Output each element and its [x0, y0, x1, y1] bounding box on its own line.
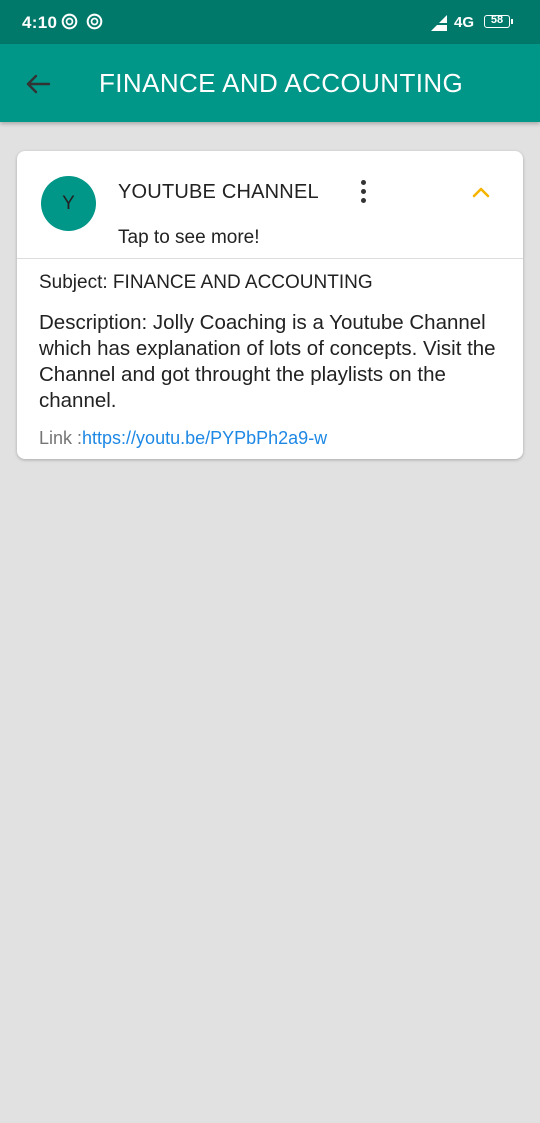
- youtube-link[interactable]: https://youtu.be/PYPbPh2a9-w: [82, 428, 327, 448]
- arrow-back-icon[interactable]: [22, 68, 54, 100]
- network-type: 4G: [454, 14, 475, 31]
- resource-card[interactable]: Y YOUTUBE CHANNEL Tap to see more! Subje…: [17, 151, 523, 459]
- signal-icon: [431, 15, 447, 31]
- battery-tip: [511, 19, 513, 24]
- card-title: YOUTUBE CHANNEL: [118, 181, 319, 203]
- link-label: Link :: [39, 428, 83, 448]
- description-text: Description: Jolly Coaching is a Youtube…: [39, 311, 496, 412]
- chevron-up-icon[interactable]: [469, 183, 493, 201]
- sync-icon: [61, 13, 78, 30]
- more-vert-icon[interactable]: [353, 177, 375, 207]
- menu-dot: [361, 189, 366, 194]
- status-time: 4:10: [22, 13, 58, 32]
- divider: [17, 258, 523, 259]
- battery-icon: 58: [484, 14, 513, 28]
- page-title: FINANCE AND ACCOUNTING: [99, 68, 464, 98]
- link-row: Link :https://youtu.be/PYPbPh2a9-w: [39, 428, 327, 449]
- sync-icon: [86, 13, 103, 30]
- menu-dot: [361, 198, 366, 203]
- subject-text: Subject: FINANCE AND ACCOUNTING: [39, 272, 373, 293]
- app-bar: FINANCE AND ACCOUNTING: [0, 44, 540, 122]
- status-bar: 4:10 4G 58: [0, 0, 540, 44]
- card-subtitle: Tap to see more!: [118, 227, 260, 248]
- battery-level: 58: [490, 14, 504, 26]
- menu-dot: [361, 180, 366, 185]
- avatar: Y: [41, 176, 96, 231]
